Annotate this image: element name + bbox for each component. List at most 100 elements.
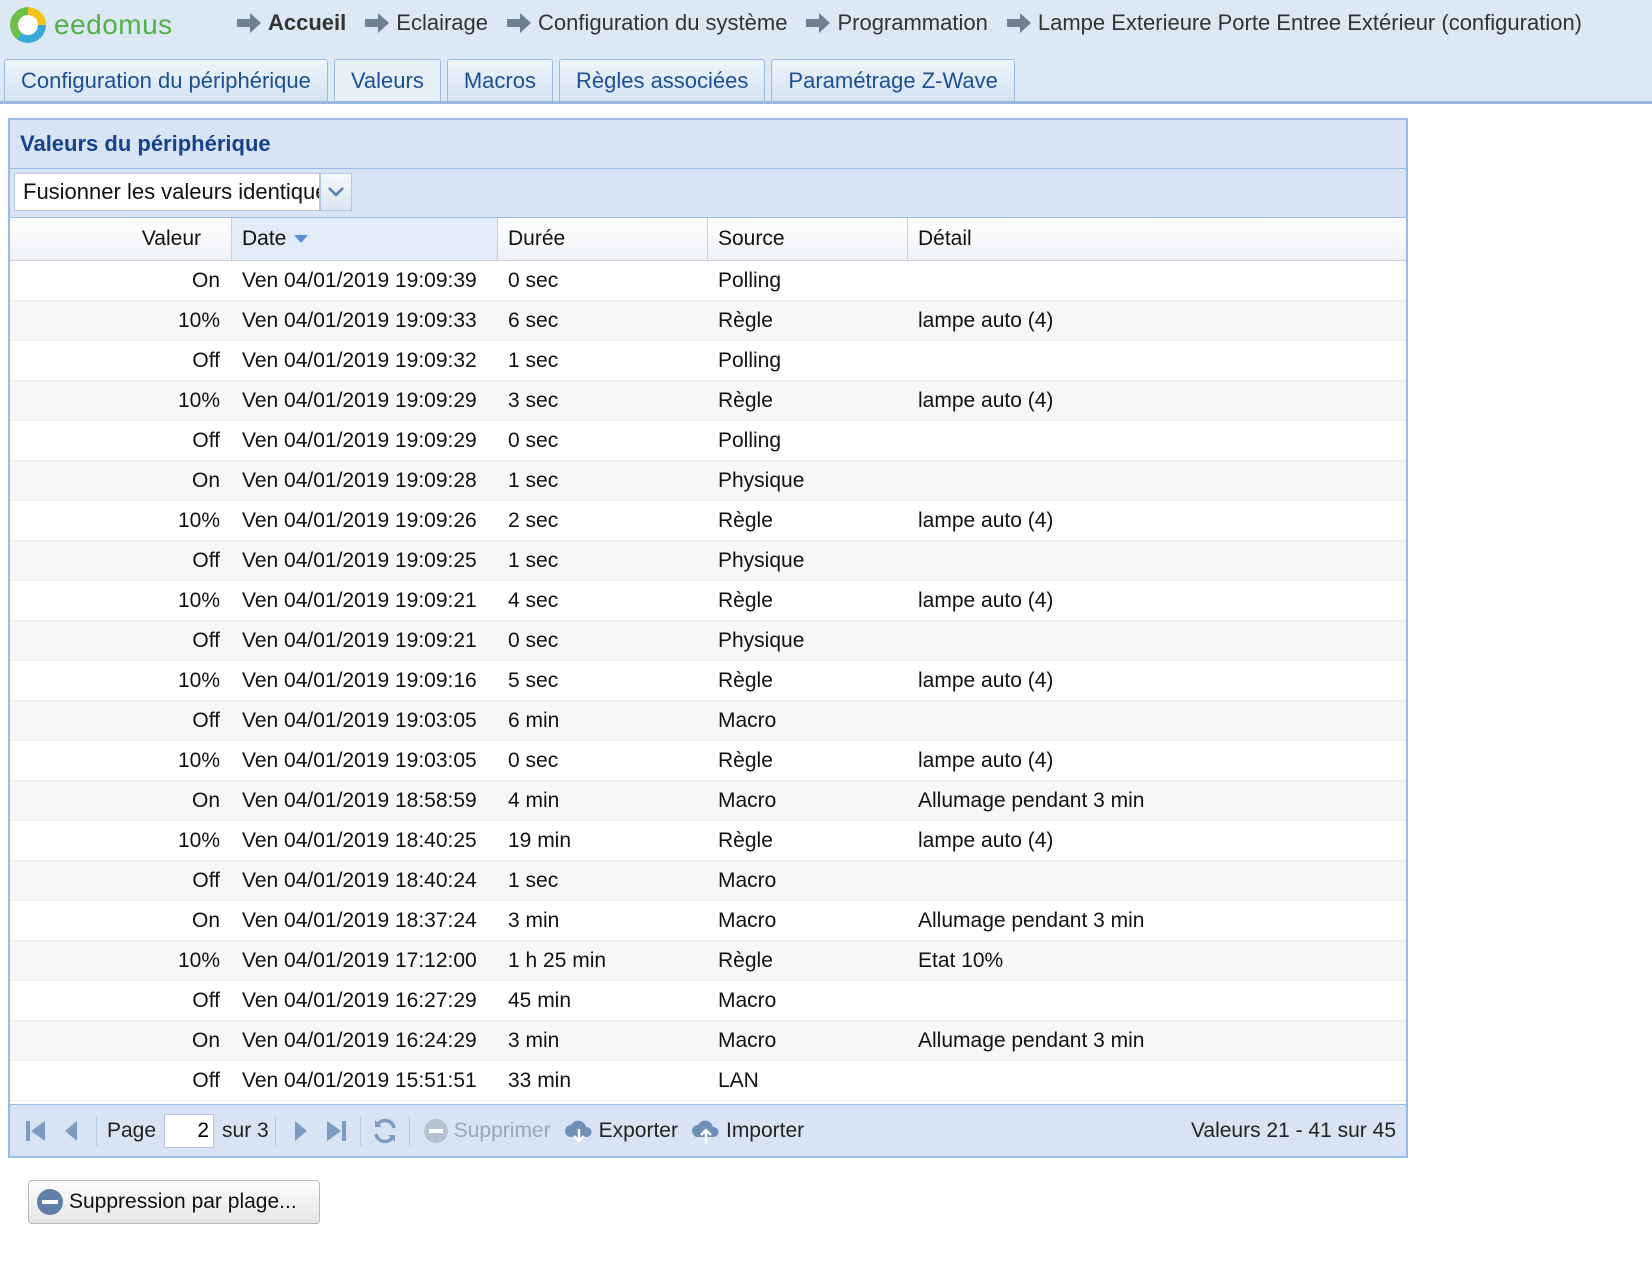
cell-duration: 19 min [508, 828, 572, 852]
cell-date: Ven 04/01/2019 19:09:28 [242, 468, 477, 492]
tab-values[interactable]: Valeurs [333, 59, 441, 101]
tab-device-config[interactable]: Configuration du périphérique [4, 59, 328, 101]
cell-duration: 45 min [508, 988, 572, 1012]
minus-circle-icon [423, 1118, 448, 1143]
cell-date: Ven 04/01/2019 16:24:29 [242, 1028, 477, 1052]
column-header-date[interactable]: Date [232, 218, 498, 260]
cell-duration: 0 sec [508, 268, 559, 292]
delete-button[interactable]: Supprimer [422, 1117, 551, 1145]
tab-rules[interactable]: Règles associées [558, 59, 766, 101]
cell-detail [908, 421, 1406, 460]
cell-value: 10% [177, 388, 220, 412]
first-page-button[interactable] [18, 1113, 54, 1149]
table-row[interactable]: On Ven 04/01/2019 18:58:59 4 min Macro Allum… [10, 781, 1406, 821]
cell-duration: 1 sec [508, 548, 559, 572]
export-button[interactable]: Exporter [563, 1117, 678, 1145]
cell-detail: lampe auto (4) [918, 668, 1054, 692]
table-row[interactable]: Off Ven 04/01/2019 19:03:05 6 min Macro [10, 701, 1406, 741]
cloud-upload-icon [691, 1120, 719, 1143]
table-row[interactable]: Off Ven 04/01/2019 19:09:25 1 sec Physique [10, 541, 1406, 581]
table-row[interactable]: 10% Ven 04/01/2019 19:09:33 6 sec Règle lamp… [10, 301, 1406, 341]
cell-source: Règle [718, 948, 773, 972]
cell-date: Ven 04/01/2019 19:09:29 [242, 388, 477, 412]
last-page-button[interactable] [318, 1113, 354, 1149]
eedomus-logo[interactable]: eedomus [10, 2, 173, 48]
cloud-download-icon [564, 1120, 592, 1143]
table-row[interactable]: Off Ven 04/01/2019 18:40:24 1 sec Macro [10, 861, 1406, 901]
table-row[interactable]: 10% Ven 04/01/2019 19:09:29 3 sec Règle lamp… [10, 381, 1406, 421]
filter-toolbar: Fusionner les valeurs identiques [10, 169, 1406, 218]
breadcrumb-item-programming[interactable]: Programmation [805, 10, 988, 36]
column-header-source[interactable]: Source [708, 218, 908, 260]
column-header-value[interactable]: Valeur [10, 218, 232, 260]
sort-desc-icon [294, 235, 309, 243]
cell-date: Ven 04/01/2019 19:09:21 [242, 628, 477, 652]
table-row[interactable]: 10% Ven 04/01/2019 19:09:21 4 sec Règle lamp… [10, 581, 1406, 621]
table-row[interactable]: 10% Ven 04/01/2019 17:12:00 1 h 25 min Règl… [10, 941, 1406, 981]
cell-source: Macro [718, 708, 777, 732]
breadcrumb-item-device[interactable]: Lampe Exterieure Porte Entree Extérieur … [1006, 10, 1582, 36]
dropdown-trigger[interactable] [320, 173, 352, 211]
column-header-detail[interactable]: Détail [908, 218, 1406, 260]
table-body: On Ven 04/01/2019 19:09:39 0 sec Polling 10%… [10, 261, 1406, 1101]
logo-text: eedomus [54, 9, 173, 40]
cell-source: Macro [718, 868, 777, 892]
cell-detail [908, 621, 1406, 660]
range-delete-button[interactable]: Suppression par plage... [28, 1180, 320, 1224]
toolbar-separator [96, 1115, 97, 1146]
cell-source: Règle [718, 668, 773, 692]
tab-bar: Configuration du périphérique Valeurs Ma… [0, 56, 1652, 104]
cell-date: Ven 04/01/2019 18:37:24 [242, 908, 477, 932]
table-row[interactable]: Off Ven 04/01/2019 15:51:51 33 min LAN [10, 1061, 1406, 1101]
merge-values-select[interactable]: Fusionner les valeurs identiques [14, 173, 320, 211]
cell-value: On [191, 788, 220, 812]
breadcrumb-item-lighting[interactable]: Eclairage [364, 10, 488, 36]
table-row[interactable]: 10% Ven 04/01/2019 19:03:05 0 sec Règle lamp… [10, 741, 1406, 781]
cell-value: 10% [177, 668, 220, 692]
cell-duration: 4 sec [508, 588, 559, 612]
cell-duration: 1 sec [508, 468, 559, 492]
import-button[interactable]: Importer [690, 1117, 804, 1145]
cell-detail: lampe auto (4) [918, 388, 1054, 412]
table-row[interactable]: On Ven 04/01/2019 18:37:24 3 min Macro Allum… [10, 901, 1406, 941]
cell-value: 10% [177, 588, 220, 612]
table-row[interactable]: Off Ven 04/01/2019 16:27:29 45 min Macro [10, 981, 1406, 1021]
top-bar: eedomus Accueil Eclairage Configuration … [0, 0, 1652, 56]
cell-source: Polling [718, 348, 782, 372]
cell-date: Ven 04/01/2019 19:09:26 [242, 508, 477, 532]
table-row[interactable]: On Ven 04/01/2019 19:09:39 0 sec Polling [10, 261, 1406, 301]
cell-duration: 1 h 25 min [508, 948, 607, 972]
table-row[interactable]: Off Ven 04/01/2019 19:09:32 1 sec Polling [10, 341, 1406, 381]
page-number-input[interactable] [164, 1113, 215, 1148]
cell-value: Off [192, 548, 220, 572]
table-row[interactable]: 10% Ven 04/01/2019 18:40:25 19 min Règle lam… [10, 821, 1406, 861]
cell-duration: 3 min [508, 908, 560, 932]
previous-page-button[interactable] [54, 1113, 90, 1149]
tab-macros[interactable]: Macros [446, 59, 553, 101]
cell-date: Ven 04/01/2019 19:09:16 [242, 668, 477, 692]
table-row[interactable]: On Ven 04/01/2019 19:09:28 1 sec Physique [10, 461, 1406, 501]
cell-value: Off [192, 348, 220, 372]
cell-detail: lampe auto (4) [918, 588, 1054, 612]
cell-date: Ven 04/01/2019 17:12:00 [242, 948, 477, 972]
tab-zwave-settings[interactable]: Paramétrage Z-Wave [771, 59, 1015, 101]
cell-date: Ven 04/01/2019 19:09:33 [242, 308, 477, 332]
cell-source: Règle [718, 388, 773, 412]
pager-info: Valeurs 21 - 41 sur 45 [1190, 1118, 1396, 1142]
column-header-duration[interactable]: Durée [498, 218, 708, 260]
table-row[interactable]: 10% Ven 04/01/2019 19:09:16 5 sec Règle lamp… [10, 661, 1406, 701]
toolbar-separator [274, 1115, 276, 1146]
breadcrumb-item-home[interactable]: Accueil [236, 10, 346, 36]
breadcrumb-item-system-config[interactable]: Configuration du système [506, 10, 787, 36]
refresh-button[interactable] [367, 1113, 403, 1149]
table-row[interactable]: 10% Ven 04/01/2019 19:09:26 2 sec Règle lamp… [10, 501, 1406, 541]
cell-detail: lampe auto (4) [918, 828, 1054, 852]
next-page-icon [294, 1120, 307, 1141]
cell-date: Ven 04/01/2019 19:09:29 [242, 428, 477, 452]
next-page-button[interactable] [282, 1113, 318, 1149]
cell-source: Règle [718, 588, 773, 612]
table-row[interactable]: On Ven 04/01/2019 16:24:29 3 min Macro Allum… [10, 1021, 1406, 1061]
arrow-right-icon [237, 13, 261, 33]
table-row[interactable]: Off Ven 04/01/2019 19:09:29 0 sec Polling [10, 421, 1406, 461]
table-row[interactable]: Off Ven 04/01/2019 19:09:21 0 sec Physique [10, 621, 1406, 661]
